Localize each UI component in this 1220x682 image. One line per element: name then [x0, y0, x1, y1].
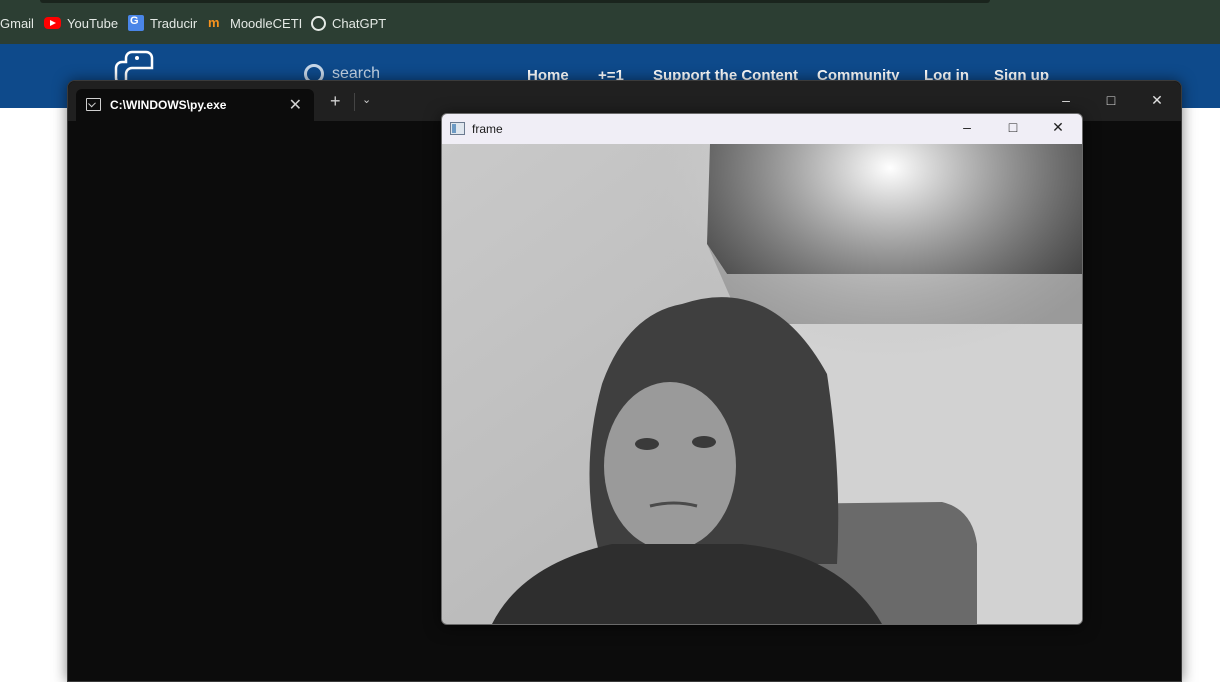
bookmark-traducir[interactable]: Traducir	[128, 14, 197, 32]
python-logo-icon[interactable]	[112, 48, 166, 84]
bookmark-label: MoodleCETI	[230, 15, 303, 31]
bookmark-label: ChatGPT	[332, 15, 387, 31]
minimize-button[interactable]: –	[1056, 92, 1076, 108]
bookmark-moodleceti[interactable]: m MoodleCETI	[208, 14, 302, 32]
bookmark-youtube[interactable]: YouTube	[44, 14, 118, 32]
close-button[interactable]: ✕	[1147, 92, 1167, 109]
frame-titlebar[interactable]: frame – □ ✕	[442, 114, 1082, 144]
youtube-icon	[44, 17, 61, 29]
frame-window[interactable]: frame – □ ✕	[441, 113, 1083, 625]
window-icon	[450, 122, 465, 135]
bookmark-label: YouTube	[67, 15, 119, 31]
bookmarks-bar: Gmail YouTube Traducir m MoodleCETI Chat…	[0, 0, 1220, 44]
terminal-tab[interactable]: C:\WINDOWS\py.exe ✕	[76, 89, 314, 121]
google-translate-icon	[128, 15, 144, 31]
bookmark-label: Traducir	[150, 15, 198, 31]
new-tab-button[interactable]: +	[330, 91, 341, 112]
maximize-button[interactable]: □	[1101, 92, 1121, 108]
bookmark-chatgpt[interactable]: ChatGPT	[311, 14, 386, 32]
frame-title: frame	[472, 122, 503, 136]
bookmark-label: Gmail	[0, 15, 34, 31]
terminal-tab-title: C:\WINDOWS\py.exe	[110, 98, 227, 112]
moodle-icon: m	[208, 15, 220, 30]
webcam-feed	[442, 144, 1082, 624]
console-icon	[86, 98, 101, 111]
tab-divider	[354, 93, 355, 111]
bookmark-gmail[interactable]: Gmail	[0, 14, 34, 32]
frame-minimize-button[interactable]: –	[957, 119, 977, 135]
browser-tab-strip-edge	[40, 0, 990, 3]
chatgpt-icon	[311, 15, 326, 31]
frame-close-button[interactable]: ✕	[1048, 119, 1068, 136]
chevron-down-icon[interactable]: ⌄	[362, 93, 371, 106]
frame-maximize-button[interactable]: □	[1003, 119, 1023, 135]
tab-close-icon[interactable]: ✕	[289, 95, 302, 115]
